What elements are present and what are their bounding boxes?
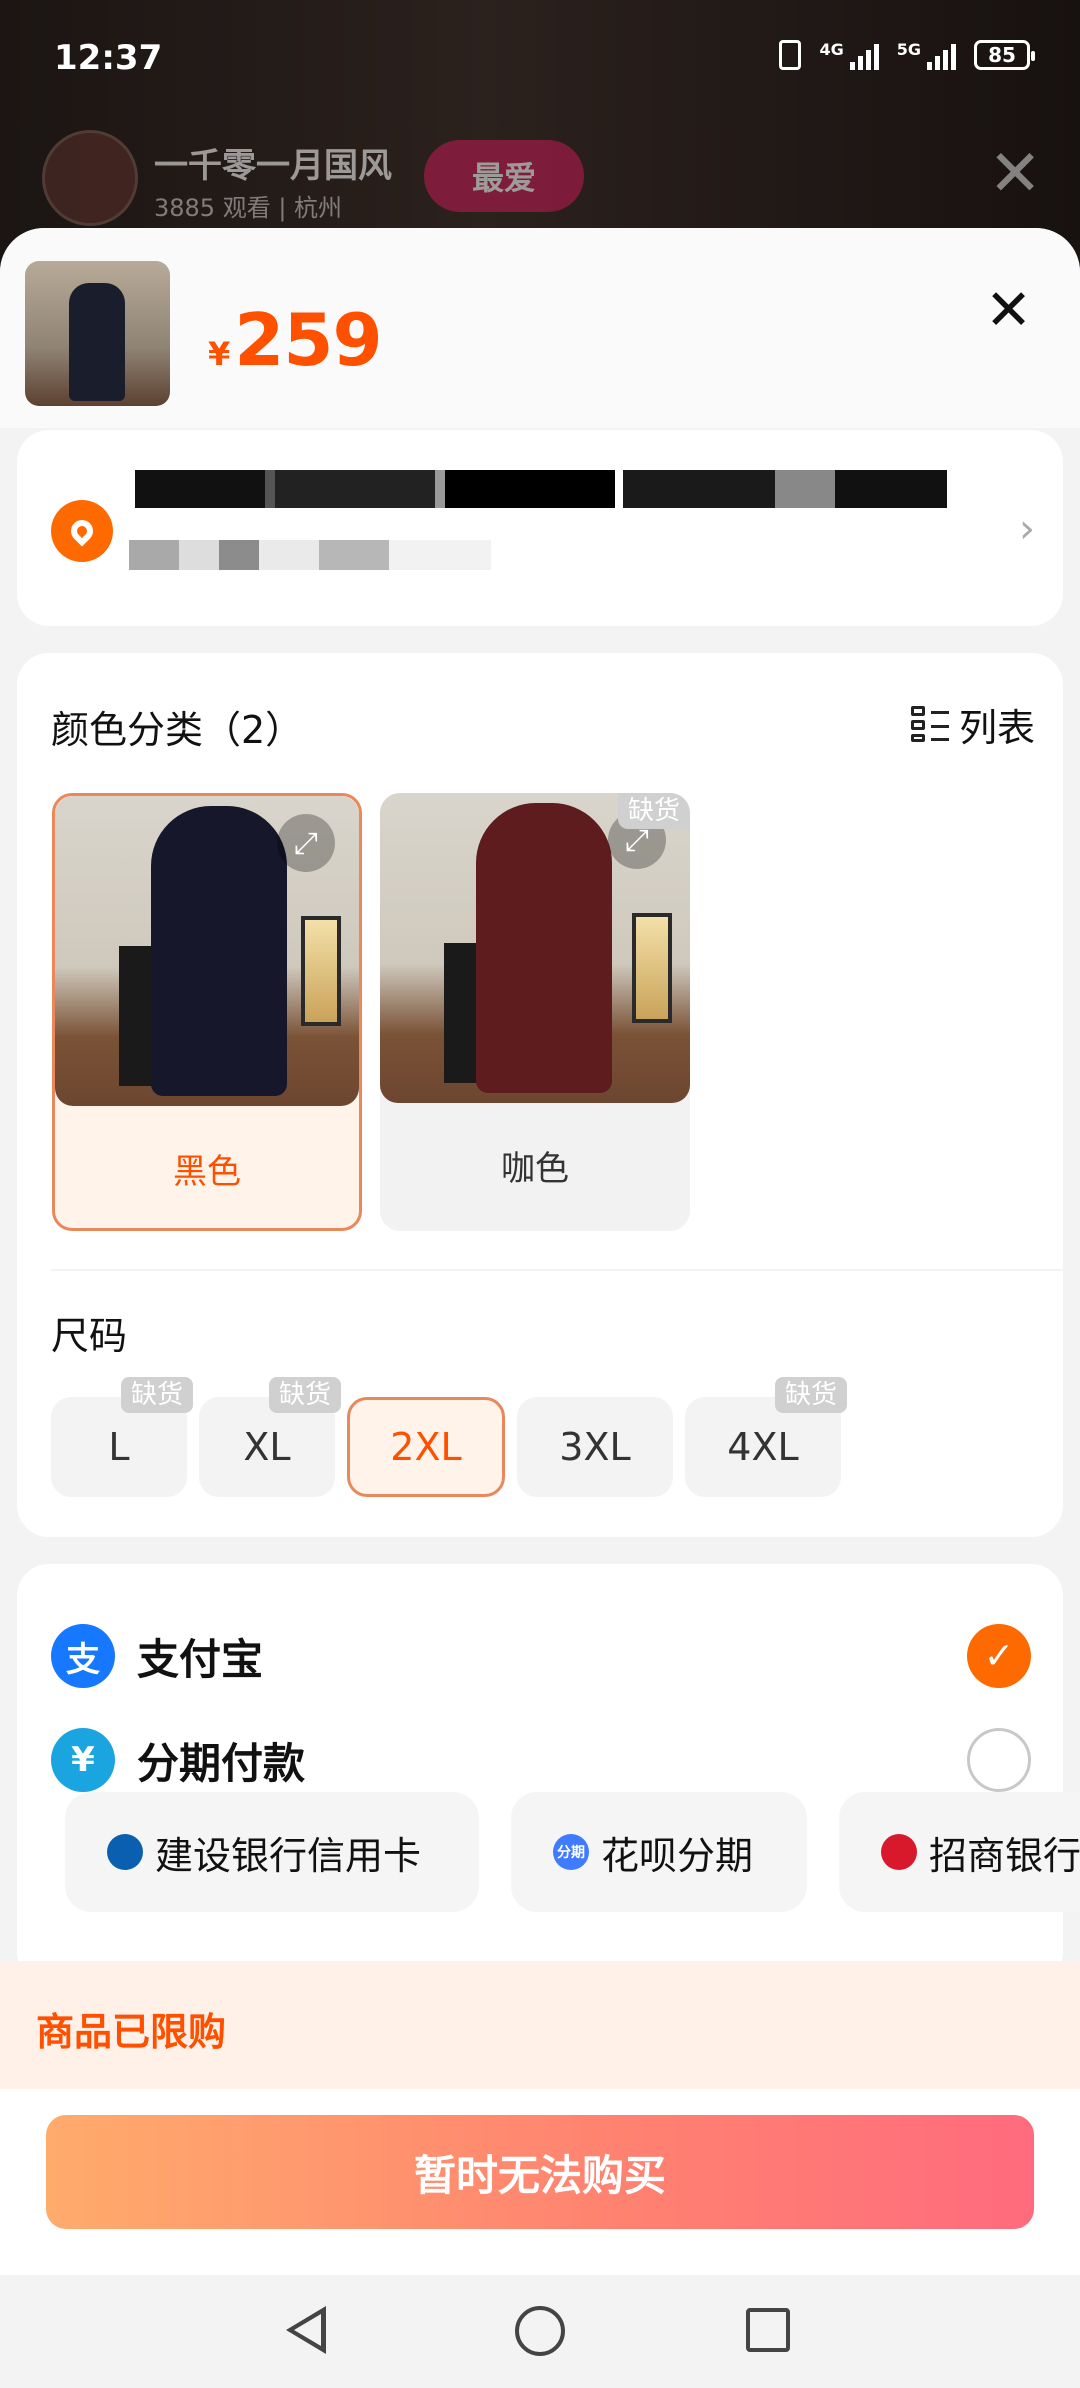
size-label: XL bbox=[243, 1425, 291, 1469]
color-option-black[interactable]: ⤢ 黑色 bbox=[52, 793, 362, 1231]
sku-card: 颜色分类（2） 列表 ⤢ 黑色 ⤢ 咖色 缺货 尺码 L 缺货 XL 缺货 2X… bbox=[17, 653, 1063, 1537]
favorite-button[interactable]: 最爱 bbox=[424, 140, 584, 212]
size-option-3xl[interactable]: 3XL bbox=[517, 1397, 673, 1497]
installment-options: 建设银行信用卡 分期 花呗分期 招商银行 bbox=[65, 1792, 1080, 1912]
payment-label: 支付宝 bbox=[137, 1634, 264, 1684]
purchase-limit-notice: 商品已限购 bbox=[0, 1961, 1080, 2089]
color-option-label: 黑色 bbox=[173, 1151, 241, 1192]
signal-icon bbox=[927, 40, 956, 70]
divider bbox=[51, 1269, 1063, 1271]
color-option-image: ⤢ bbox=[380, 793, 690, 1103]
alipay-icon: 支 bbox=[51, 1624, 115, 1688]
size-section-title: 尺码 bbox=[51, 1314, 128, 1358]
list-view-toggle[interactable]: 列表 bbox=[910, 697, 1035, 752]
buy-area: 暂时无法购买 bbox=[0, 2089, 1080, 2275]
price-value: 259 bbox=[234, 298, 382, 382]
recent-apps-icon[interactable] bbox=[746, 2308, 790, 2352]
installment-label: 建设银行信用卡 bbox=[155, 1833, 422, 1878]
installment-cmb[interactable]: 招商银行 bbox=[839, 1792, 1080, 1912]
product-price: ¥ 259 bbox=[208, 298, 383, 382]
status-time: 12:37 bbox=[54, 38, 163, 78]
home-icon[interactable] bbox=[515, 2306, 565, 2356]
color-option-label: 咖色 bbox=[501, 1148, 569, 1189]
expand-icon[interactable]: ⤢ bbox=[277, 814, 335, 872]
installment-ccb[interactable]: 建设银行信用卡 bbox=[65, 1792, 479, 1912]
size-option-l[interactable]: L 缺货 bbox=[51, 1377, 193, 1497]
check-icon[interactable]: ✓ bbox=[967, 1624, 1031, 1688]
status-icons: 4G 5G 85 bbox=[779, 40, 1035, 70]
viewer-count: 3885 观看 | 杭州 bbox=[154, 194, 343, 222]
size-label: 2XL bbox=[390, 1425, 462, 1469]
shop-avatar[interactable] bbox=[42, 130, 138, 226]
buy-button-label: 暂时无法购买 bbox=[413, 2150, 666, 2200]
payment-option-installment[interactable]: ¥ 分期付款 bbox=[51, 1720, 1031, 1800]
color-section-title: 颜色分类（2） bbox=[51, 708, 304, 752]
limit-text: 商品已限购 bbox=[36, 2010, 227, 2054]
size-option-2xl[interactable]: 2XL bbox=[347, 1397, 505, 1497]
size-label: L bbox=[108, 1425, 130, 1469]
shop-name: 一千零一月国风 bbox=[154, 146, 392, 186]
payment-card: 支 支付宝 ✓ ¥ 分期付款 建设银行信用卡 分期 花呗分期 招商银行 bbox=[17, 1564, 1080, 1984]
size-option-xl[interactable]: XL 缺货 bbox=[199, 1377, 341, 1497]
out-of-stock-tag: 缺货 bbox=[774, 1377, 847, 1413]
network-type-2: 5G bbox=[896, 40, 921, 59]
dress-image bbox=[69, 283, 125, 401]
list-label: 列表 bbox=[958, 706, 1035, 750]
size-label: 3XL bbox=[559, 1425, 631, 1469]
size-label: 4XL bbox=[727, 1425, 799, 1469]
close-sheet-icon[interactable]: ✕ bbox=[985, 283, 1032, 339]
address-card[interactable]: › bbox=[17, 430, 1063, 626]
status-bar: 12:37 4G 5G 85 bbox=[0, 0, 1080, 120]
buy-button[interactable]: 暂时无法购买 bbox=[46, 2115, 1034, 2229]
color-option-image: ⤢ bbox=[55, 796, 359, 1106]
address-redacted-line bbox=[129, 540, 491, 570]
system-nav-bar bbox=[0, 2276, 1080, 2388]
installment-icon: ¥ bbox=[51, 1728, 115, 1792]
network-type-1: 4G bbox=[819, 40, 844, 59]
location-icon bbox=[51, 500, 113, 562]
sheet-header: ¥ 259 ✕ bbox=[0, 228, 1080, 428]
out-of-stock-tag: 缺货 bbox=[617, 793, 690, 829]
back-icon[interactable] bbox=[286, 2306, 326, 2354]
size-option-4xl[interactable]: 4XL 缺货 bbox=[685, 1377, 847, 1497]
purchase-sheet: ¥ 259 ✕ › 颜色分类（2） 列表 ⤢ 黑色 ⤢ 咖色 缺货 尺码 L 缺… bbox=[0, 228, 1080, 2276]
list-icon bbox=[910, 705, 949, 744]
radio-button[interactable] bbox=[967, 1728, 1031, 1792]
vibrate-icon bbox=[779, 40, 802, 70]
battery-icon: 85 bbox=[974, 40, 1035, 70]
installment-label: 招商银行 bbox=[929, 1833, 1080, 1878]
out-of-stock-tag: 缺货 bbox=[120, 1377, 193, 1413]
favorite-label: 最爱 bbox=[471, 159, 536, 197]
payment-label: 分期付款 bbox=[137, 1738, 306, 1788]
installment-label: 花呗分期 bbox=[601, 1833, 754, 1878]
ccb-bank-icon bbox=[107, 1834, 143, 1870]
signal-icon bbox=[849, 40, 879, 70]
huabei-icon: 分期 bbox=[553, 1834, 589, 1870]
payment-option-alipay[interactable]: 支 支付宝 ✓ bbox=[51, 1616, 1031, 1696]
product-thumbnail[interactable] bbox=[25, 261, 170, 406]
dress-shape bbox=[151, 806, 287, 1096]
live-close-icon[interactable]: ✕ bbox=[988, 142, 1042, 206]
address-redacted-line bbox=[135, 470, 947, 508]
chevron-right-icon: › bbox=[1019, 506, 1035, 552]
currency-symbol: ¥ bbox=[208, 335, 231, 373]
cmb-bank-icon bbox=[881, 1834, 917, 1870]
live-room-header: 一千零一月国风 3885 观看 | 杭州 最爱 ✕ bbox=[42, 130, 1042, 226]
dress-shape bbox=[476, 803, 612, 1093]
installment-huabei[interactable]: 分期 花呗分期 bbox=[511, 1792, 807, 1912]
color-option-brown[interactable]: ⤢ 咖色 缺货 bbox=[380, 793, 690, 1231]
out-of-stock-tag: 缺货 bbox=[268, 1377, 341, 1413]
